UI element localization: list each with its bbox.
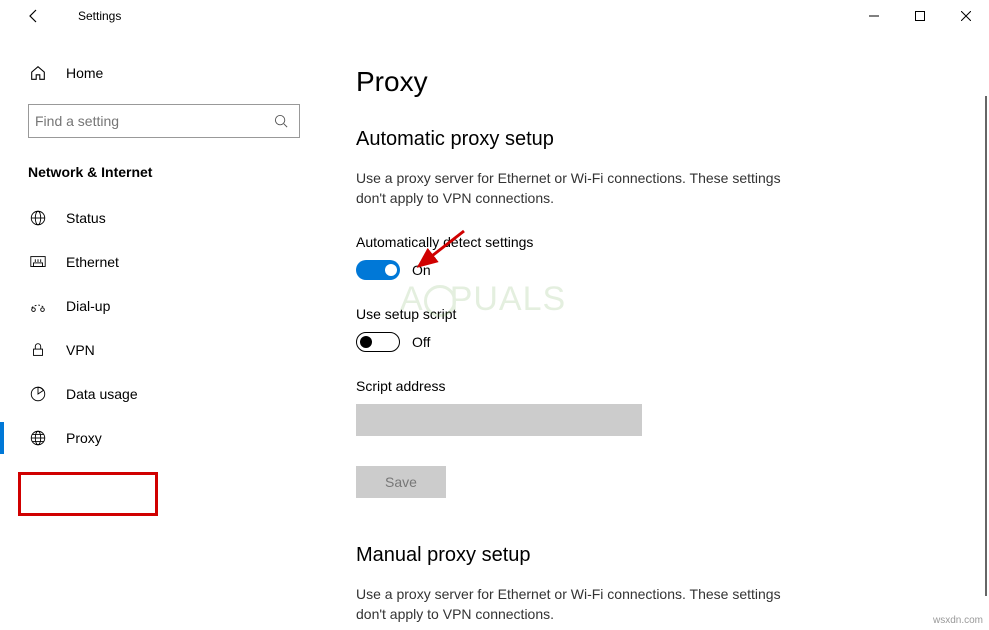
title-bar: Settings <box>0 0 989 32</box>
scrollbar[interactable] <box>985 96 987 596</box>
sidebar-item-ethernet[interactable]: Ethernet <box>0 240 320 284</box>
app-title: Settings <box>78 9 121 23</box>
search-box[interactable] <box>28 104 300 138</box>
arrow-left-icon <box>26 8 42 24</box>
search-input[interactable] <box>35 105 271 137</box>
setup-script-state: Off <box>412 334 430 350</box>
setup-script-label: Use setup script <box>356 306 959 322</box>
globe-icon <box>28 209 48 227</box>
content-area: Proxy Automatic proxy setup Use a proxy … <box>320 32 989 630</box>
sidebar-item-status[interactable]: Status <box>0 196 320 240</box>
data-usage-icon <box>28 385 48 403</box>
auto-detect-state: On <box>412 262 431 278</box>
auto-detect-label: Automatically detect settings <box>356 234 959 250</box>
window-controls <box>851 0 989 32</box>
section-title-auto: Automatic proxy setup <box>356 128 959 151</box>
auto-detect-toggle[interactable] <box>356 260 400 280</box>
vpn-icon <box>28 341 48 359</box>
search-icon <box>271 114 291 129</box>
section-desc-manual: Use a proxy server for Ethernet or Wi-Fi… <box>356 585 806 624</box>
sidebar-item-proxy[interactable]: Proxy <box>0 416 320 460</box>
ethernet-icon <box>28 253 48 271</box>
section-desc-auto: Use a proxy server for Ethernet or Wi-Fi… <box>356 169 806 208</box>
annotation-highlight <box>18 472 158 516</box>
page-title: Proxy <box>356 66 959 98</box>
sidebar-home[interactable]: Home <box>0 56 320 90</box>
sidebar-category: Network & Internet <box>0 164 320 196</box>
sidebar-item-datausage[interactable]: Data usage <box>0 372 320 416</box>
sidebar-item-vpn[interactable]: VPN <box>0 328 320 372</box>
sidebar-item-label: Status <box>66 210 106 226</box>
source-watermark: wsxdn.com <box>933 615 983 626</box>
sidebar: Home Network & Internet Status Ethernet <box>0 32 320 630</box>
maximize-button[interactable] <box>897 0 943 32</box>
home-icon <box>28 64 48 82</box>
sidebar-item-label: VPN <box>66 342 95 358</box>
close-button[interactable] <box>943 0 989 32</box>
script-address-input <box>356 404 642 436</box>
section-title-manual: Manual proxy setup <box>356 544 959 567</box>
sidebar-item-label: Proxy <box>66 430 102 446</box>
setup-script-toggle[interactable] <box>356 332 400 352</box>
script-address-label: Script address <box>356 378 959 394</box>
proxy-icon <box>28 429 48 447</box>
sidebar-item-label: Data usage <box>66 386 138 402</box>
sidebar-item-label: Dial-up <box>66 298 110 314</box>
minimize-button[interactable] <box>851 0 897 32</box>
dialup-icon <box>28 297 48 315</box>
home-label: Home <box>66 65 103 81</box>
save-button: Save <box>356 466 446 498</box>
sidebar-item-dialup[interactable]: Dial-up <box>0 284 320 328</box>
sidebar-item-label: Ethernet <box>66 254 119 270</box>
back-button[interactable] <box>18 0 50 32</box>
